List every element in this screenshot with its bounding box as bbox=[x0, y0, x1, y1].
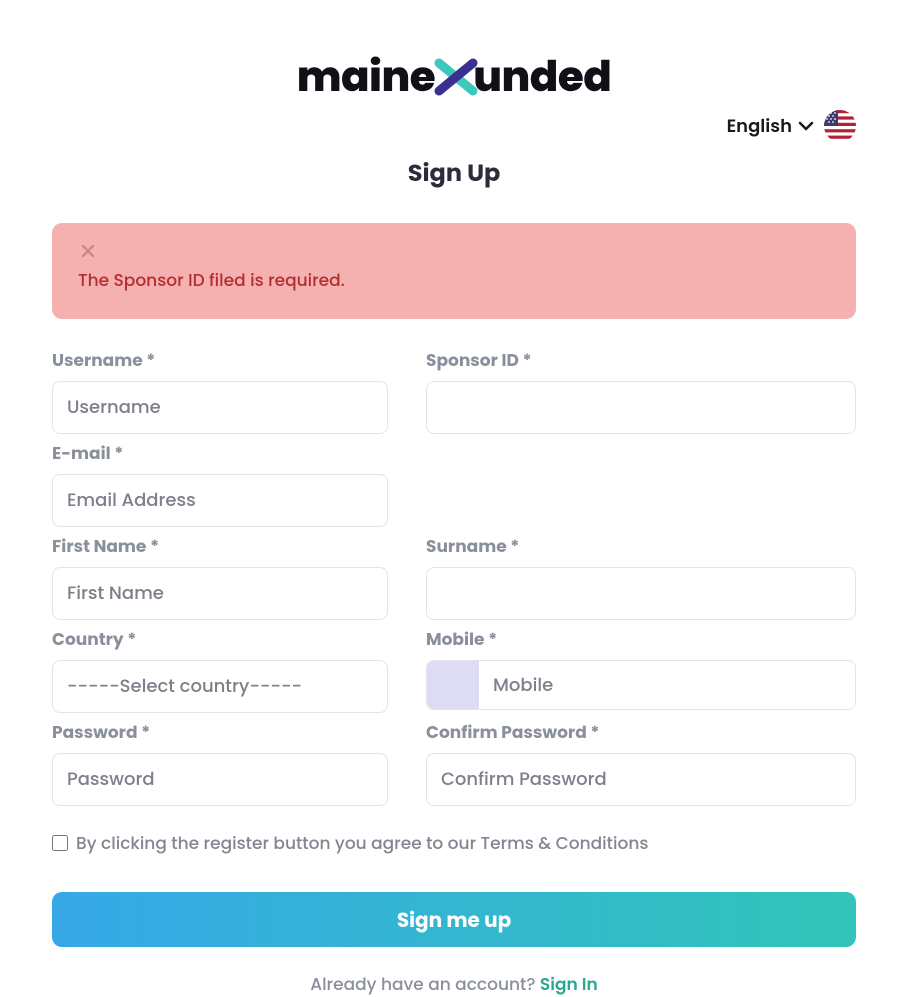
username-input[interactable] bbox=[52, 381, 388, 434]
surname-label: Surname * bbox=[426, 533, 856, 559]
country-select[interactable]: -----Select country----- bbox=[52, 660, 388, 713]
logo-text-2: unded bbox=[473, 45, 611, 108]
logo-text-1: maine bbox=[297, 45, 436, 108]
password-label: Password * bbox=[52, 719, 388, 745]
sponsor-id-label: Sponsor ID * bbox=[426, 347, 856, 373]
sign-in-link[interactable]: Sign In bbox=[540, 972, 598, 996]
terms-checkbox[interactable] bbox=[52, 835, 68, 851]
first-name-input[interactable] bbox=[52, 567, 388, 620]
confirm-password-input[interactable] bbox=[426, 753, 856, 806]
brand-logo: maine unded bbox=[52, 45, 856, 108]
first-name-label: First Name * bbox=[52, 533, 388, 559]
country-label: Country * bbox=[52, 626, 388, 652]
sponsor-id-input[interactable] bbox=[426, 381, 856, 434]
alert-message: The Sponsor ID filed is required. bbox=[78, 267, 830, 293]
error-alert: The Sponsor ID filed is required. bbox=[52, 223, 856, 319]
signin-prompt: Already have an account? Sign In bbox=[52, 971, 856, 997]
mobile-input[interactable] bbox=[479, 661, 855, 709]
language-selector[interactable]: English bbox=[727, 113, 814, 140]
email-input[interactable] bbox=[52, 474, 388, 527]
mobile-label: Mobile * bbox=[426, 626, 856, 652]
confirm-password-label: Confirm Password * bbox=[426, 719, 856, 745]
sign-up-button[interactable]: Sign me up bbox=[52, 892, 856, 947]
flag-us-icon bbox=[824, 110, 856, 142]
terms-text: By clicking the register button you agre… bbox=[76, 830, 648, 856]
password-input[interactable] bbox=[52, 753, 388, 806]
email-label: E-mail * bbox=[52, 440, 388, 466]
close-icon[interactable] bbox=[78, 241, 98, 261]
chevron-down-icon bbox=[798, 120, 814, 132]
language-label: English bbox=[727, 113, 792, 140]
page-title: Sign Up bbox=[52, 156, 856, 191]
mobile-country-prefix[interactable] bbox=[427, 661, 479, 709]
username-label: Username * bbox=[52, 347, 388, 373]
surname-input[interactable] bbox=[426, 567, 856, 620]
